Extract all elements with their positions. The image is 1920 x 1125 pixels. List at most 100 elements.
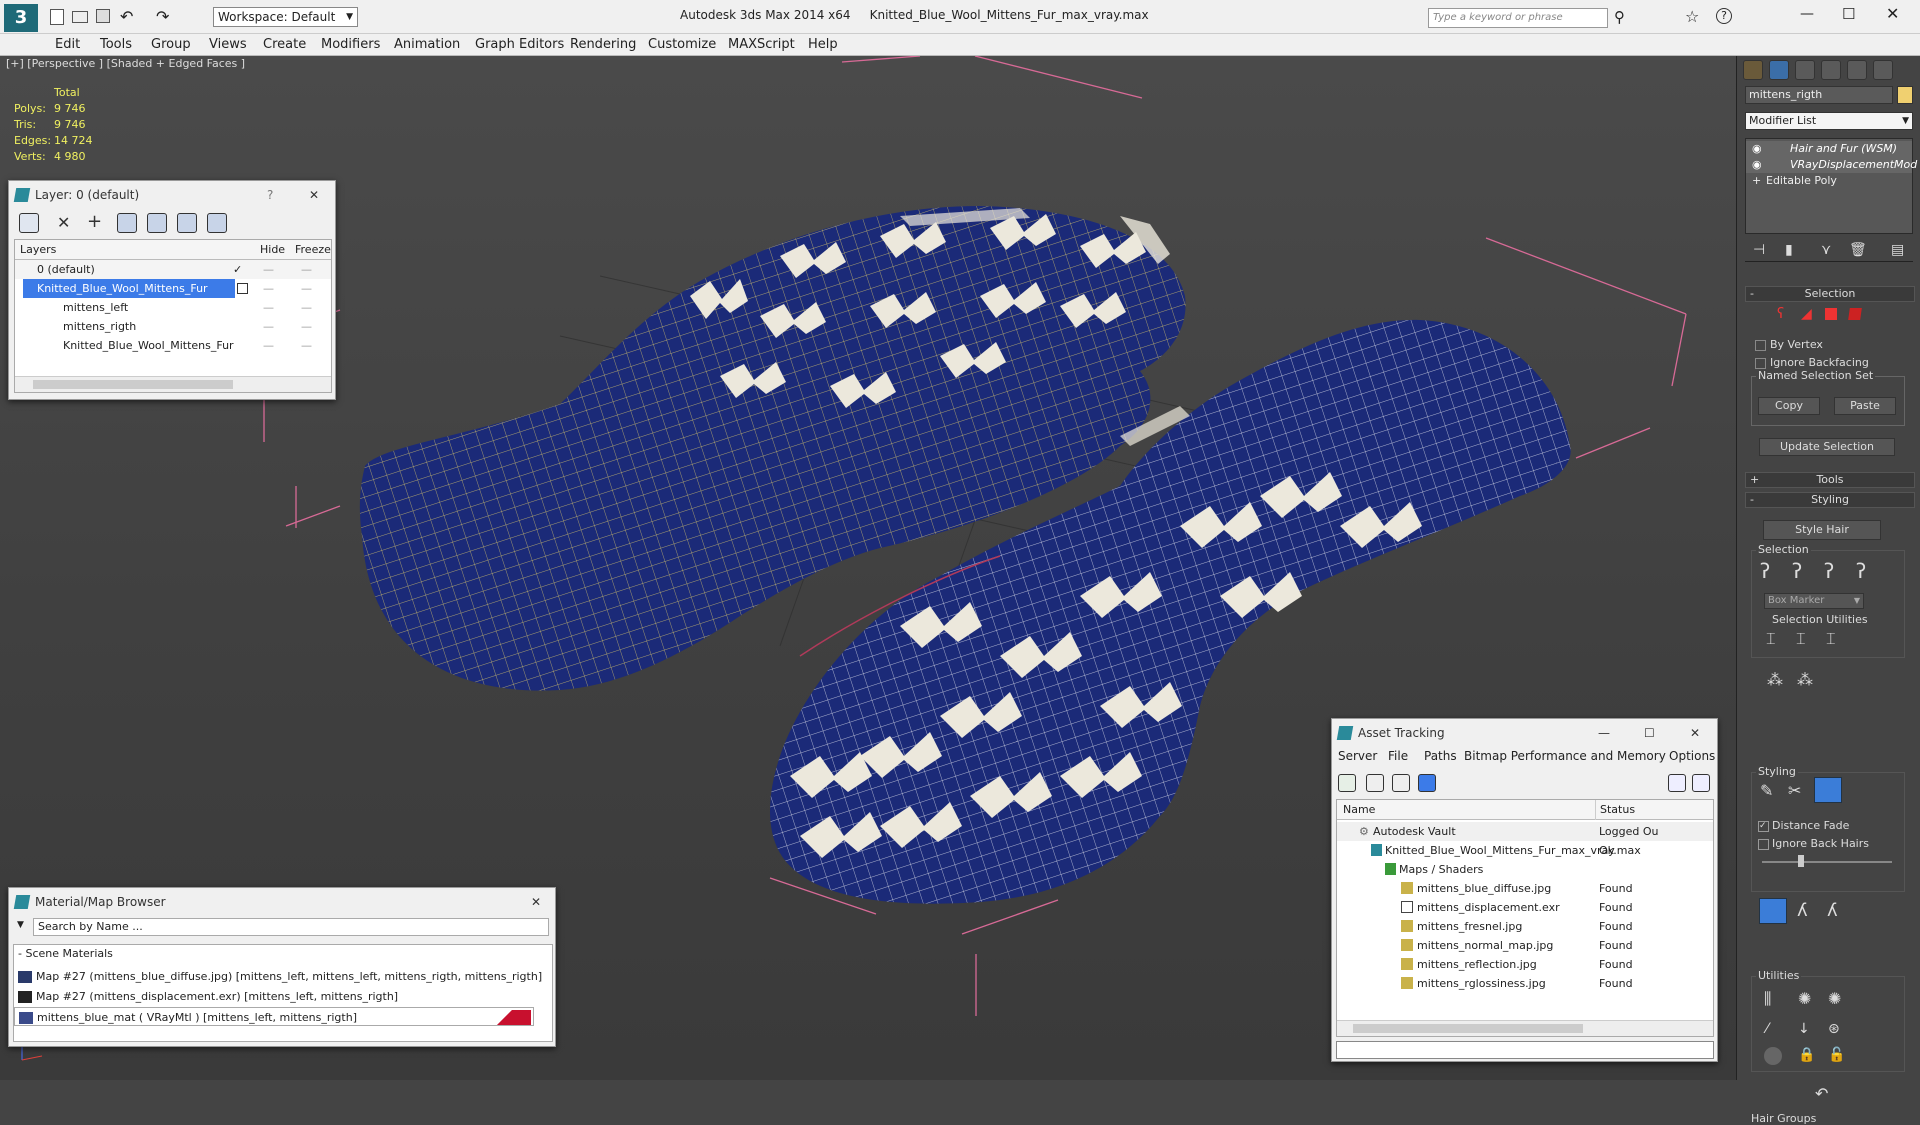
undo-icon[interactable]: ↶ <box>120 7 133 26</box>
scrollbar-thumb[interactable] <box>33 380 233 389</box>
hide-toggle[interactable]: — <box>263 260 274 279</box>
close-icon[interactable]: ✕ <box>1690 719 1700 747</box>
brush-size-slider[interactable] <box>1762 855 1892 867</box>
table-view-icon[interactable] <box>1418 774 1436 792</box>
add-selected-icon[interactable] <box>117 213 137 233</box>
menu-options[interactable]: Options <box>1669 749 1715 763</box>
reset-rest-icon[interactable]: ↓ <box>1798 1021 1810 1037</box>
pin-stack-icon[interactable]: ⊣ <box>1753 242 1765 258</box>
table-row[interactable]: mittens_displacement.exr Found <box>1337 898 1713 917</box>
motion-tab-icon[interactable] <box>1821 60 1841 80</box>
checkbox[interactable] <box>1755 357 1766 369</box>
tree-view-icon[interactable] <box>1392 774 1410 792</box>
list-view-icon[interactable] <box>1366 774 1384 792</box>
select-tool-icon[interactable] <box>1814 777 1842 803</box>
attenuate-icon[interactable]: ⫼ <box>1764 989 1771 1009</box>
show-end-result-icon[interactable]: ▮ <box>1785 242 1793 258</box>
modify-tab-icon[interactable] <box>1769 60 1789 80</box>
styling-rollout[interactable]: - Styling <box>1745 492 1915 508</box>
select-hair-icon[interactable]: ʔ <box>1760 559 1770 583</box>
list-item[interactable]: Map #27 (mittens_blue_diffuse.jpg) [mitt… <box>14 967 552 986</box>
freeze-toggle[interactable]: — <box>301 336 312 355</box>
distance-fade-checkbox[interactable]: ✓ Distance Fade <box>1758 819 1849 832</box>
copy-button[interactable]: Copy <box>1758 397 1820 415</box>
hide-toggle[interactable]: — <box>263 279 274 298</box>
search-input[interactable]: Type a keyword or phrase <box>1428 8 1608 28</box>
display-tab-icon[interactable] <box>1847 60 1867 80</box>
style-hair-button[interactable]: Style Hair <box>1763 520 1881 540</box>
layer-row[interactable]: mittens_left — — <box>15 298 331 317</box>
select-hair-ends-icon[interactable]: ʔ <box>1792 559 1802 583</box>
add-icon[interactable]: + <box>87 211 102 232</box>
puff-roots-icon[interactable]: ʎ <box>1827 900 1838 921</box>
hide-toggle[interactable]: — <box>263 336 274 355</box>
help-icon[interactable]: ? <box>1716 8 1732 24</box>
menu-create[interactable]: Create <box>263 37 306 52</box>
menu-file[interactable]: File <box>1388 749 1408 763</box>
ignore-backfacing-checkbox[interactable]: Ignore Backfacing <box>1755 356 1869 369</box>
freeze-toggle[interactable]: — <box>301 260 312 279</box>
open-icon[interactable] <box>72 11 88 23</box>
table-row[interactable]: mittens_normal_map.jpg Found <box>1337 936 1713 955</box>
expand-selection-icon[interactable]: ⌶ <box>1826 629 1836 649</box>
face-icon[interactable]: ◢ <box>1801 306 1812 322</box>
delete-icon[interactable]: ✕ <box>57 213 70 232</box>
toggle-collisions-icon[interactable]: ⊛ <box>1828 1021 1840 1037</box>
hide-toggle[interactable]: — <box>263 317 274 336</box>
close-icon[interactable]: ✕ <box>531 888 541 916</box>
help-icon[interactable]: ? <box>267 181 273 209</box>
pop-selected-icon[interactable]: ✺ <box>1798 989 1811 1008</box>
hair-brush-icon[interactable]: ✎ <box>1760 781 1773 800</box>
col-hide[interactable]: Hide <box>260 243 285 256</box>
menu-animation[interactable]: Animation <box>394 37 460 52</box>
menu-modifiers[interactable]: Modifiers <box>321 37 380 52</box>
chevron-down-icon[interactable]: ▼ <box>17 920 24 930</box>
maximize-icon[interactable]: ☐ <box>1842 5 1855 23</box>
menu-rendering[interactable]: Rendering <box>570 37 636 52</box>
menu-group[interactable]: Group <box>151 37 191 52</box>
polygon-icon[interactable] <box>1825 308 1837 320</box>
guides-icon[interactable]: ʕ <box>1777 306 1784 322</box>
paste-button[interactable]: Paste <box>1834 397 1896 415</box>
menu-tools[interactable]: Tools <box>100 37 132 52</box>
recomb-icon[interactable]: ⁄ <box>1766 1021 1768 1037</box>
make-unique-icon[interactable]: ⋎ <box>1821 242 1831 258</box>
hide-all-icon[interactable] <box>207 213 227 233</box>
layer-settings-icon[interactable] <box>19 213 39 233</box>
hair-cut-icon[interactable]: ✂ <box>1788 781 1801 800</box>
asset-path-field[interactable] <box>1336 1041 1714 1059</box>
col-layers[interactable]: Layers <box>20 243 56 256</box>
current-layer-box[interactable] <box>237 283 248 294</box>
by-vertex-checkbox[interactable]: By Vertex <box>1755 338 1823 351</box>
minimize-icon[interactable]: — <box>1598 719 1610 747</box>
list-item[interactable]: Map #27 (mittens_displacement.exr) [mitt… <box>14 987 552 1006</box>
layers-scrollbar[interactable] <box>15 376 331 392</box>
close-icon[interactable]: ✕ <box>1886 4 1899 23</box>
maximize-icon[interactable]: ☐ <box>1644 719 1655 747</box>
menu-help[interactable]: Help <box>808 37 838 52</box>
col-freeze[interactable]: Freeze <box>295 243 331 256</box>
menu-views[interactable]: Views <box>209 37 247 52</box>
checkbox[interactable] <box>1758 838 1769 850</box>
invert-selection-icon[interactable]: ⌶ <box>1766 629 1776 649</box>
toggle-hairs-icon[interactable] <box>1764 1047 1782 1065</box>
hide-selected-icon[interactable]: ⁂ <box>1767 670 1783 689</box>
select-hair-roots-icon[interactable]: ʔ <box>1856 559 1866 583</box>
translate-tool-icon[interactable] <box>1759 898 1787 924</box>
element-icon[interactable] <box>1848 308 1862 320</box>
save-icon[interactable] <box>96 9 110 23</box>
layer-row[interactable]: mittens_rigth — — <box>15 317 331 336</box>
section-scene-materials[interactable]: - Scene Materials <box>18 947 113 960</box>
menu-maxscript[interactable]: MAXScript <box>728 37 795 52</box>
asset-scrollbar[interactable] <box>1337 1020 1713 1036</box>
create-tab-icon[interactable] <box>1743 60 1763 80</box>
new-icon[interactable] <box>50 9 64 25</box>
table-row[interactable]: Maps / Shaders <box>1337 860 1713 879</box>
expand-icon[interactable]: + <box>1752 173 1761 189</box>
lock-icon[interactable]: 🔒 <box>1798 1047 1815 1063</box>
refresh-icon[interactable] <box>1338 774 1356 792</box>
freeze-toggle[interactable]: — <box>301 279 312 298</box>
box-marker-dropdown[interactable]: Box Marker ▼ <box>1764 593 1864 609</box>
workspace-dropdown[interactable]: Workspace: Default ▼ <box>213 7 358 27</box>
search-input[interactable]: Search by Name ... <box>33 918 549 936</box>
